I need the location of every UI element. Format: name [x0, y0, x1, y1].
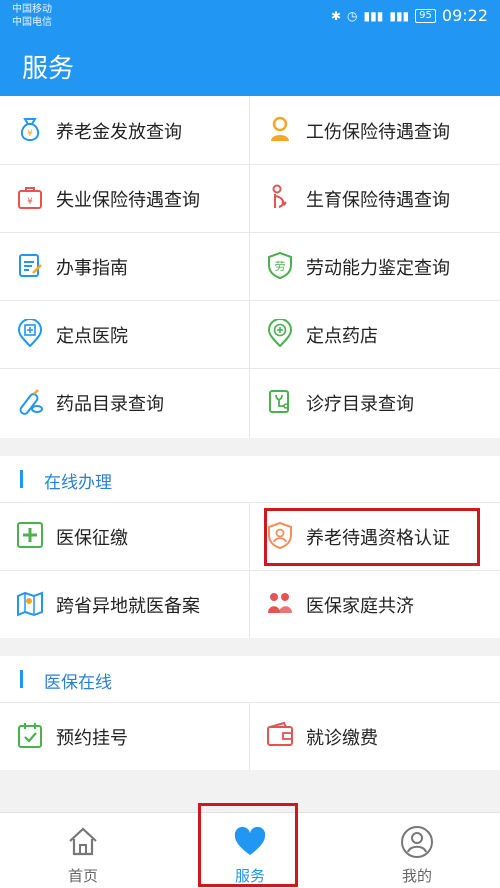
- page-header: 服务: [0, 34, 500, 96]
- service-cross-province-filing[interactable]: 跨省异地就医备案: [0, 570, 249, 637]
- calendar-check-icon: [18, 723, 42, 748]
- service-label: 医保家庭共济: [306, 596, 414, 617]
- family-icon: [268, 593, 292, 613]
- service-label: 药品目录查询: [56, 394, 164, 415]
- bluetooth-icon: ✱: [330, 8, 342, 23]
- services-grid: ¥ 养老金发放查询 工伤保险待遇查询 ¥ 失业保险待遇查询 生育保险待遇查询 办…: [0, 96, 500, 438]
- service-injury-query[interactable]: 工伤保险待遇查询: [250, 96, 499, 163]
- svg-text:¥: ¥: [27, 129, 33, 139]
- status-bar: 中国移动 中国电信 ✱ ◷ ▮▮▮ ▮▮▮ 95 09:22: [0, 0, 500, 34]
- service-label: 办事指南: [56, 258, 128, 279]
- highlight-box: [264, 508, 480, 566]
- service-appointment[interactable]: 预约挂号: [0, 702, 249, 769]
- clipboard-icon: [19, 254, 42, 277]
- page-title: 服务: [22, 54, 75, 84]
- service-designated-hospital[interactable]: 定点医院: [0, 300, 249, 367]
- tab-label: 首页: [67, 867, 98, 885]
- briefcase-icon: ¥: [18, 187, 42, 209]
- pill-icon: [19, 389, 43, 415]
- service-label: 医保征缴: [56, 528, 128, 549]
- service-label: 养老金发放查询: [56, 122, 182, 143]
- service-treatment-catalog[interactable]: 诊疗目录查询: [250, 368, 499, 435]
- medical-record-icon: [269, 390, 289, 413]
- home-icon: [69, 827, 97, 856]
- medical-online-grid: 预约挂号 就诊缴费: [0, 702, 500, 770]
- section-title: 医保在线: [44, 673, 112, 693]
- alarm-icon: ◷: [347, 8, 358, 23]
- service-label: 生育保险待遇查询: [306, 190, 450, 211]
- money-bag-icon: ¥: [20, 118, 40, 142]
- service-label: 工伤保险待遇查询: [306, 122, 450, 143]
- service-consultation-payment[interactable]: 就诊缴费: [250, 702, 499, 769]
- clock: 09:22: [441, 6, 488, 25]
- highlight-box: [198, 803, 298, 887]
- bottom-tab-bar: 首页 服务 我的: [0, 803, 500, 888]
- carrier-1: 中国移动: [12, 4, 52, 15]
- service-maternity-query[interactable]: 生育保险待遇查询: [250, 164, 499, 231]
- section-title: 在线办理: [44, 473, 112, 493]
- service-label: 失业保险待遇查询: [56, 190, 200, 211]
- signal-2-icon: ▮▮▮: [389, 8, 410, 23]
- shield-badge-icon: 劳: [268, 251, 292, 279]
- hospital-pin-icon: [17, 319, 43, 347]
- service-label: 定点药店: [306, 326, 378, 347]
- svg-text:¥: ¥: [27, 197, 33, 207]
- carrier-2: 中国电信: [12, 17, 52, 28]
- tab-home[interactable]: 首页: [0, 813, 166, 888]
- section-online-header: 在线办理: [0, 456, 500, 502]
- svg-text:劳: 劳: [275, 260, 286, 273]
- service-label: 跨省异地就医备案: [56, 596, 200, 617]
- wallet-icon: [267, 721, 293, 746]
- pregnancy-icon: [272, 184, 287, 208]
- service-medical-payment[interactable]: 医保征缴: [0, 502, 249, 569]
- service-labor-ability-query[interactable]: 劳 劳动能力鉴定查询: [250, 232, 499, 299]
- battery-indicator: 95: [415, 8, 436, 23]
- service-guide[interactable]: 办事指南: [0, 232, 249, 299]
- plus-box-icon: [17, 522, 43, 548]
- signal-icon: ▮▮▮: [363, 8, 384, 23]
- tab-mine[interactable]: 我的: [334, 813, 500, 888]
- service-label: 劳动能力鉴定查询: [306, 258, 450, 279]
- section-accent-bar: [20, 670, 23, 688]
- service-label: 预约挂号: [56, 728, 128, 749]
- status-icons: ✱ ◷ ▮▮▮ ▮▮▮ 95 09:22: [331, 6, 488, 25]
- service-family-mutual-aid[interactable]: 医保家庭共济: [250, 570, 499, 637]
- user-icon: [401, 826, 433, 858]
- map-icon: [17, 591, 43, 617]
- tab-label: 我的: [401, 867, 432, 885]
- pharmacy-pin-icon: [267, 319, 293, 347]
- service-pension-query[interactable]: ¥ 养老金发放查询: [0, 96, 249, 163]
- service-label: 诊疗目录查询: [306, 394, 414, 415]
- online-grid: 医保征缴 养老待遇资格认证 跨省异地就医备案 医保家庭共济: [0, 502, 500, 638]
- carrier-info: 中国移动 中国电信: [12, 3, 52, 29]
- section-medical-online-header: 医保在线: [0, 656, 500, 702]
- service-drug-catalog[interactable]: 药品目录查询: [0, 368, 249, 435]
- person-icon: [271, 116, 289, 141]
- service-label: 定点医院: [56, 326, 128, 347]
- section-accent-bar: [20, 470, 23, 488]
- service-unemployment-query[interactable]: ¥ 失业保险待遇查询: [0, 164, 249, 231]
- service-designated-pharmacy[interactable]: 定点药店: [250, 300, 499, 367]
- service-label: 就诊缴费: [306, 728, 378, 749]
